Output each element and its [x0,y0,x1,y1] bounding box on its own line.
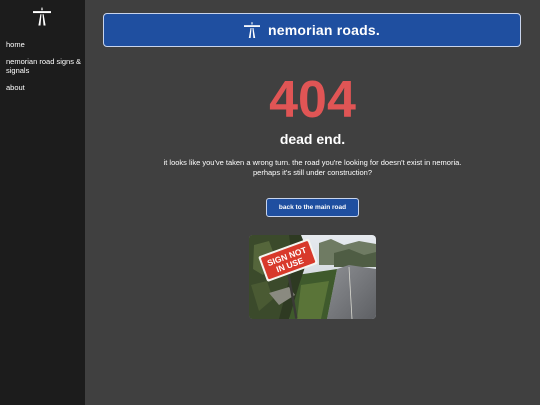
sidebar: home nemorian road signs & signals about [0,0,85,405]
motorway-icon [244,22,261,38]
error-message-line: perhaps it's still under construction? [253,168,372,177]
motorway-icon[interactable] [33,7,51,26]
header-banner: nemorian roads. [103,13,521,47]
nav-road-signs-link[interactable]: nemorian road signs & signals [6,57,82,75]
error-title: dead end. [279,131,346,147]
nav-about-link[interactable]: about [6,83,82,92]
error-message-line: it looks like you've taken a wrong turn.… [163,158,462,167]
main-content: nemorian roads. 404 dead end. it looks l… [85,0,540,405]
error-code: 404 [269,71,356,129]
nav-home-link[interactable]: home [6,40,82,49]
error-message: it looks like you've taken a wrong turn.… [85,158,540,178]
sidebar-nav: home nemorian road signs & signals about [6,40,82,100]
photo-image: SIGN NOT IN USE [249,235,376,319]
site-title[interactable]: nemorian roads. [268,22,380,38]
back-to-main-road-button[interactable]: back to the main road [266,198,359,217]
sign-not-in-use-photo: SIGN NOT IN USE [249,235,376,319]
